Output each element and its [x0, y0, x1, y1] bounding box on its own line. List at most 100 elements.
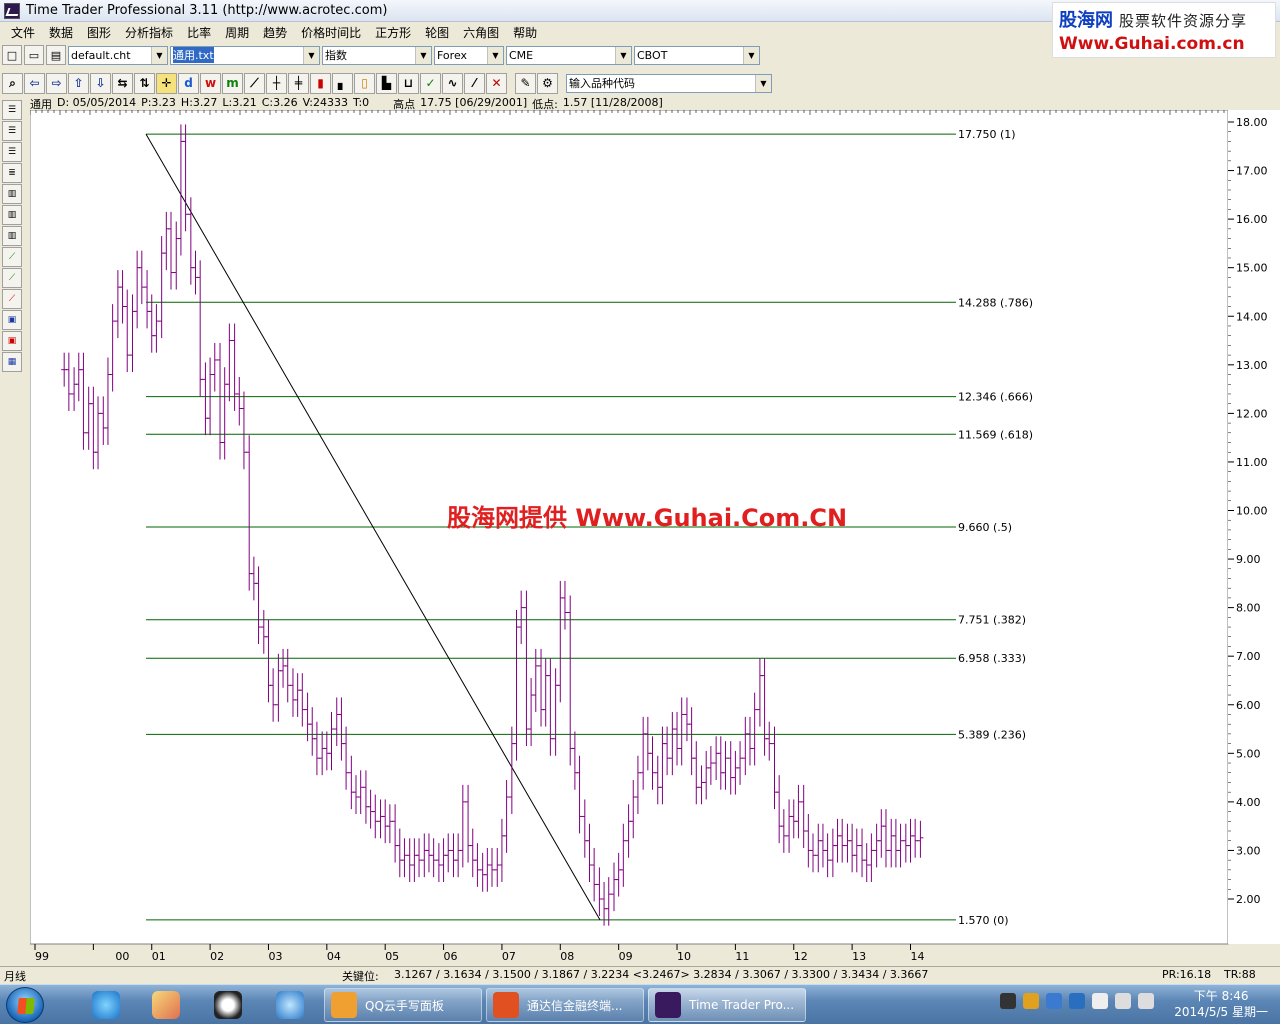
market-select-forex[interactable]: Forex ▼ [434, 45, 504, 65]
menu-file[interactable]: 文件 [4, 24, 42, 41]
chevron-down-icon[interactable]: ▼ [415, 46, 431, 64]
price-chart[interactable]: 18.00 17.00 16.00 15.00 14.00 13.00 12.00 11.00… [30, 110, 1280, 966]
logo-slogan: 股票软件资源分享 [1119, 12, 1248, 30]
bar-chart-icon[interactable]: ┼ [266, 72, 287, 94]
chevron-down-icon[interactable]: ▼ [743, 46, 759, 64]
ie-icon[interactable] [80, 988, 132, 1022]
ohlc-icon[interactable]: ╪ [288, 72, 309, 94]
weekly-icon[interactable]: w [200, 72, 221, 94]
magnify-icon[interactable]: ⌕ [2, 72, 23, 94]
menu-cycle[interactable]: 周期 [218, 24, 256, 41]
rectangle-icon[interactable]: ▣ [2, 310, 22, 330]
print-icon[interactable]: ▤ [46, 45, 66, 65]
menu-hexagon[interactable]: 六角图 [456, 24, 506, 41]
color-tray-icon[interactable] [1023, 993, 1039, 1009]
menu-trend[interactable]: 趋势 [256, 24, 294, 41]
crosshair-icon[interactable]: ✛ [156, 72, 177, 94]
pencil-icon [331, 992, 357, 1018]
arrow-right-icon[interactable]: ⇨ [46, 72, 67, 94]
task-qq-handwriting[interactable]: QQ云手写面板 [324, 988, 482, 1022]
symbol-code-input[interactable]: 输入品种代码 ▼ [566, 73, 772, 93]
market-select-cme[interactable]: CME ▼ [506, 45, 632, 65]
candlestick-icon[interactable]: ▯ [354, 72, 375, 94]
arrow-down-icon[interactable]: ⇩ [90, 72, 111, 94]
volume-icon[interactable]: ▖ [332, 72, 353, 94]
menu-wheel[interactable]: 轮图 [418, 24, 456, 41]
fib-time-icon[interactable]: ≣ [2, 163, 22, 183]
x-tick-label: 07 [502, 950, 516, 963]
arrow-left-icon[interactable]: ⇦ [24, 72, 45, 94]
histogram-icon[interactable]: ▙ [376, 72, 397, 94]
y-tick-label: 13.00 [1236, 359, 1268, 372]
daily-icon[interactable]: d [178, 72, 199, 94]
erase-icon[interactable]: ✕ [486, 72, 507, 94]
quote-low: L:3.21 [222, 96, 257, 109]
chevron-down-icon[interactable]: ▼ [151, 46, 167, 64]
menu-indicators[interactable]: 分析指标 [118, 24, 180, 41]
new-file-icon[interactable]: □ [2, 45, 22, 65]
fib-zone-icon[interactable]: ▥ [2, 184, 22, 204]
clock[interactable]: 下午 8:46 2014/5/5 星期一 [1174, 988, 1268, 1020]
y-tick-label: 5.00 [1236, 747, 1261, 760]
grid-icon[interactable]: ▦ [2, 352, 22, 372]
x-tick-label: 12 [794, 950, 808, 963]
y-axis-area [1228, 110, 1280, 944]
task-time-trader[interactable]: Time Trader Pro... [648, 988, 806, 1022]
line-chart-icon[interactable]: ⟋ [244, 72, 265, 94]
market-select-cbot[interactable]: CBOT ▼ [634, 45, 760, 65]
chart-svg[interactable]: 18.00 17.00 16.00 15.00 14.00 13.00 12.00 11.00… [30, 110, 1280, 966]
y-tick-label: 12.00 [1236, 407, 1268, 420]
fib-retrace-icon[interactable]: ☰ [2, 121, 22, 141]
chevron-down-icon[interactable]: ▼ [303, 46, 319, 64]
menu-square[interactable]: 正方形 [368, 24, 418, 41]
fib-cycle-icon[interactable]: ▥ [2, 226, 22, 246]
update-tray-icon[interactable] [1046, 993, 1062, 1009]
chevron-down-icon[interactable]: ▼ [755, 74, 771, 92]
open-folder-icon[interactable]: ▭ [24, 45, 44, 65]
menu-help[interactable]: 帮助 [506, 24, 544, 41]
network-icon[interactable] [1115, 993, 1131, 1009]
x-tick-label: 09 [619, 950, 633, 963]
qq-tray-icon[interactable] [1000, 993, 1016, 1009]
category-select[interactable]: 指数 ▼ [322, 45, 432, 65]
x-tick-label: 02 [210, 950, 224, 963]
y-tick-label: 2.00 [1236, 893, 1261, 906]
shield-icon[interactable] [1069, 993, 1085, 1009]
slash-icon[interactable]: ⁄ [464, 72, 485, 94]
task-tdx-terminal[interactable]: 通达信金融终端... [486, 988, 644, 1022]
check-icon[interactable]: ✓ [420, 72, 441, 94]
brush-icon[interactable]: ✎ [515, 72, 536, 94]
fib-levels-icon[interactable]: ☰ [2, 100, 22, 120]
settings-icon[interactable]: ⚙ [537, 72, 558, 94]
speed-lines-icon[interactable]: ⟋ [2, 268, 22, 288]
x-tick-label: 14 [910, 950, 924, 963]
monthly-icon[interactable]: m [222, 72, 243, 94]
shrink-icon[interactable]: ⇆ [112, 72, 133, 94]
symbol-file-select[interactable]: 通用.txt ▼ [170, 45, 320, 65]
candle-icon[interactable]: ▮ [310, 72, 331, 94]
chevron-down-icon[interactable]: ▼ [615, 46, 631, 64]
x-tick-label: 08 [560, 950, 574, 963]
fib-channel-icon[interactable]: ▥ [2, 205, 22, 225]
flag-icon[interactable] [1092, 993, 1108, 1009]
menu-ratio[interactable]: 比率 [180, 24, 218, 41]
fib-extension-icon[interactable]: ☰ [2, 142, 22, 162]
signal-icon[interactable]: ⊔ [398, 72, 419, 94]
arrow-up-icon[interactable]: ⇧ [68, 72, 89, 94]
qq-icon[interactable] [202, 988, 254, 1022]
wave-icon[interactable]: ∿ [442, 72, 463, 94]
menu-data[interactable]: 数据 [42, 24, 80, 41]
gann-fan-icon[interactable]: ⟋ [2, 247, 22, 267]
trend-line-icon[interactable]: ⟋ [2, 289, 22, 309]
menu-price-time[interactable]: 价格时间比 [294, 24, 368, 41]
sync-icon[interactable] [264, 988, 316, 1022]
volume-icon[interactable] [1138, 993, 1154, 1009]
y-tick-label: 18.00 [1236, 116, 1268, 129]
chevron-down-icon[interactable]: ▼ [487, 46, 503, 64]
expand-icon[interactable]: ⇅ [134, 72, 155, 94]
start-button[interactable] [6, 987, 44, 1023]
chart-file-select[interactable]: default.cht ▼ [68, 45, 168, 65]
square-icon[interactable]: ▣ [2, 331, 22, 351]
menu-graph[interactable]: 图形 [80, 24, 118, 41]
paint-icon[interactable] [140, 988, 192, 1022]
